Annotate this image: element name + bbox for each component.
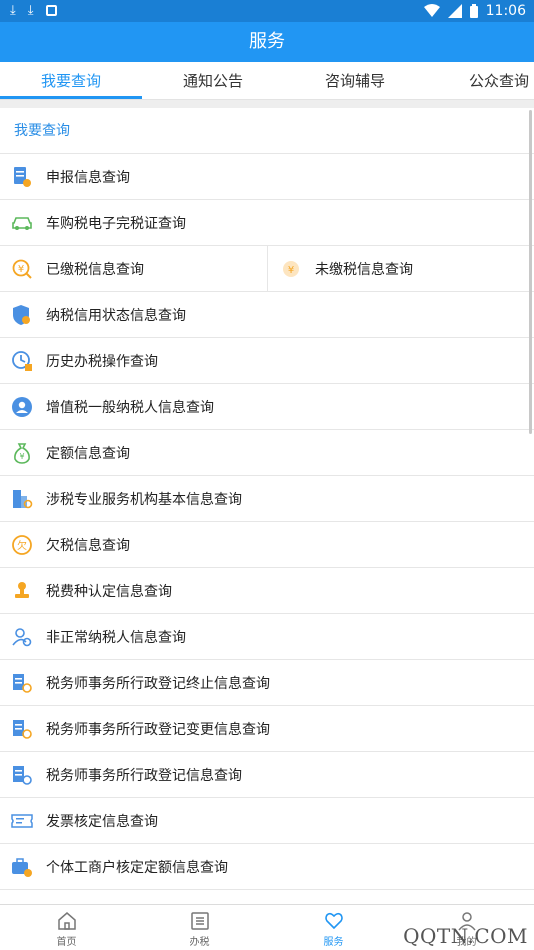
heart-icon: [324, 912, 343, 930]
list-item-label: 欠税信息查询: [46, 537, 130, 554]
status-time: 11:06: [485, 3, 526, 19]
list-item[interactable]: 车购税电子完税证查询: [0, 200, 534, 246]
tab-indicator: [0, 96, 142, 99]
tab-my-query[interactable]: 我要查询: [0, 62, 142, 100]
list-item-partial: [0, 890, 534, 904]
list-item-pair: ¥ 已缴税信息查询 ¥ 未缴税信息查询: [0, 246, 534, 292]
car-icon: [11, 212, 33, 234]
abnormal-user-icon: [11, 626, 33, 648]
list-item[interactable]: 税务师事务所行政登记终止信息查询: [0, 660, 534, 706]
credit-shield-icon: [11, 304, 33, 326]
declare-doc-icon: [11, 166, 33, 188]
office-doc-icon: [11, 764, 33, 786]
query-list: 我要查询 申报信息查询 车购税电子完税证查询 ¥ 已缴税信息查询 ¥ 未缴税信息…: [0, 108, 534, 904]
tab-notices[interactable]: 通知公告: [142, 62, 284, 100]
page-title: 服务: [249, 31, 285, 52]
invoice-ticket-icon: [11, 810, 33, 832]
nav-tax[interactable]: 办税: [133, 905, 266, 950]
list-item-label: 个体工商户核定定额信息查询: [46, 859, 228, 876]
list-icon: [190, 912, 209, 930]
list-item[interactable]: 涉税专业服务机构基本信息查询: [0, 476, 534, 522]
unpaid-tax-icon: ¥: [280, 258, 302, 280]
list-item-label: 税务师事务所行政登记终止信息查询: [46, 675, 270, 692]
section-title: 我要查询: [0, 108, 534, 154]
list-item-label: 发票核定信息查询: [46, 813, 158, 830]
svg-text:¥: ¥: [18, 264, 24, 275]
tab-bar: 我要查询 通知公告 咨询辅导 公众查询: [0, 62, 534, 100]
list-item[interactable]: ¥ 已缴税信息查询: [0, 246, 267, 291]
download-icon: ⤓: [27, 3, 34, 18]
list-item-label: 非正常纳税人信息查询: [46, 629, 186, 646]
svg-text:欠: 欠: [17, 539, 27, 552]
list-item-label: 纳税信用状态信息查询: [46, 307, 186, 324]
list-item-label: 未缴税信息查询: [315, 261, 413, 278]
status-bar: ⤓ ⤓ 11:06: [0, 0, 534, 22]
stamp-icon: [11, 580, 33, 602]
svg-text:¥: ¥: [288, 265, 294, 276]
download-icon: ⤓: [10, 3, 16, 18]
list-item[interactable]: 发票核定信息查询: [0, 798, 534, 844]
list-item-label: 历史办税操作查询: [46, 353, 158, 370]
list-item[interactable]: 非正常纳税人信息查询: [0, 614, 534, 660]
list-item[interactable]: ¥ 定额信息查询: [0, 430, 534, 476]
wifi-icon: [423, 4, 440, 17]
building-search-icon: [11, 488, 33, 510]
nav-service[interactable]: 服务: [267, 905, 400, 950]
list-item-label: 定额信息查询: [46, 445, 130, 462]
list-item-label: 申报信息查询: [46, 169, 130, 186]
nav-home[interactable]: 首页: [0, 905, 133, 950]
list-item-label: 税费种认定信息查询: [46, 583, 172, 600]
quota-bag-icon: ¥: [11, 442, 33, 464]
home-icon: [57, 912, 76, 930]
office-doc-icon: [11, 718, 33, 740]
list-item[interactable]: 税务师事务所行政登记信息查询: [0, 752, 534, 798]
list-item-label: 已缴税信息查询: [46, 261, 144, 278]
list-item-label: 涉税专业服务机构基本信息查询: [46, 491, 242, 508]
list-item-label: 车购税电子完税证查询: [46, 215, 186, 232]
list-item[interactable]: 欠 欠税信息查询: [0, 522, 534, 568]
app-bar: 服务: [0, 22, 534, 62]
list-item[interactable]: 税费种认定信息查询: [0, 568, 534, 614]
paid-tax-icon: ¥: [11, 258, 33, 280]
list-item[interactable]: 申报信息查询: [0, 154, 534, 200]
list-item[interactable]: 税务师事务所行政登记变更信息查询: [0, 706, 534, 752]
section-divider: [0, 100, 534, 108]
list-item[interactable]: ¥ 未缴税信息查询: [267, 246, 534, 291]
list-item[interactable]: 增值税一般纳税人信息查询: [0, 384, 534, 430]
owed-tax-icon: 欠: [11, 534, 33, 556]
office-doc-icon: [11, 672, 33, 694]
image-icon: [45, 5, 57, 16]
watermark: QQTN.COM: [403, 924, 528, 948]
scrollbar[interactable]: [529, 110, 532, 434]
list-item-label: 税务师事务所行政登记变更信息查询: [46, 721, 270, 738]
business-owner-icon: [11, 856, 33, 878]
signal-icon: [447, 4, 462, 18]
list-item-label: 增值税一般纳税人信息查询: [46, 399, 214, 416]
history-clock-icon: [11, 350, 33, 372]
list-item-label: 税务师事务所行政登记信息查询: [46, 767, 242, 784]
tab-consulting[interactable]: 咨询辅导: [284, 62, 426, 100]
vat-user-icon: [11, 396, 33, 418]
tab-public-query[interactable]: 公众查询: [426, 62, 534, 100]
nav-label: 服务: [323, 937, 344, 948]
list-item[interactable]: 历史办税操作查询: [0, 338, 534, 384]
list-item[interactable]: 纳税信用状态信息查询: [0, 292, 534, 338]
list-item[interactable]: 个体工商户核定定额信息查询: [0, 844, 534, 890]
svg-text:¥: ¥: [19, 452, 24, 461]
nav-label: 首页: [56, 937, 77, 948]
nav-label: 办税: [189, 937, 210, 948]
battery-icon: [469, 4, 478, 18]
